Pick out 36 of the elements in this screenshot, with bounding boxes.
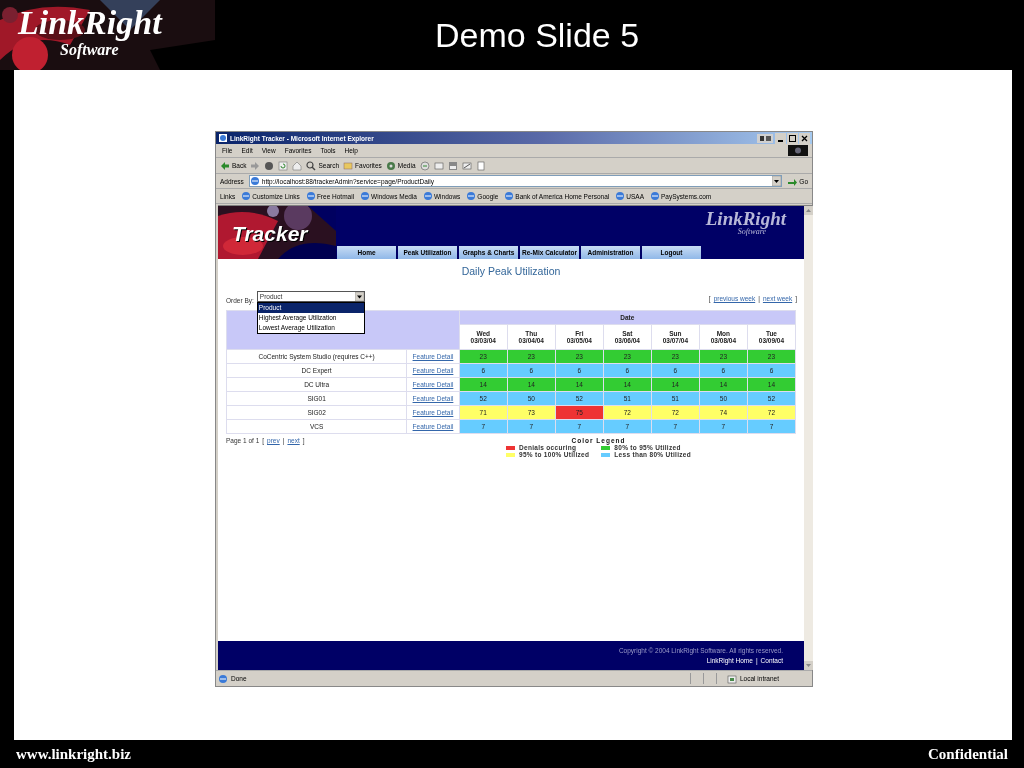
media-icon (385, 160, 396, 171)
page-icon (466, 191, 477, 201)
stop-icon[interactable] (264, 160, 275, 171)
document-icon[interactable] (475, 160, 486, 171)
logo-text: LinkRight (705, 209, 786, 228)
close-icon[interactable] (799, 132, 810, 144)
maximize-icon[interactable] (787, 132, 798, 144)
dropdown-arrow-icon[interactable] (772, 176, 782, 186)
logo-subtitle: Software (737, 228, 766, 236)
scrollbar[interactable] (804, 206, 813, 670)
minimize-icon[interactable] (775, 132, 786, 144)
intranet-icon (727, 673, 737, 684)
favorites-icon (343, 160, 354, 171)
footer-text: www.linkright.biz (16, 745, 132, 763)
home-icon[interactable] (292, 160, 303, 171)
page-icon (218, 673, 228, 684)
scroll-up-icon[interactable] (804, 206, 813, 215)
search-icon (306, 160, 317, 171)
page-icon (305, 191, 316, 201)
page-icon (649, 191, 660, 201)
page-icon (241, 191, 252, 201)
page-icon (615, 191, 626, 201)
scroll-down-icon[interactable] (804, 661, 813, 670)
refresh-icon[interactable] (278, 160, 289, 171)
brand-title: Tracker (232, 222, 308, 246)
footer-text: Confidential (928, 745, 1008, 763)
page-icon (504, 191, 515, 201)
page-icon (218, 133, 228, 143)
back-arrow-icon (220, 160, 230, 171)
logo-subtitle: Software (60, 42, 119, 58)
page-icon (423, 191, 433, 201)
page-icon (249, 176, 260, 186)
dropdown-arrow-icon[interactable] (354, 291, 364, 301)
slide-title: Demo Slide 5 (435, 15, 640, 55)
page-heading: Daily Peak Utilization (460, 265, 562, 277)
page-icon (360, 191, 371, 201)
